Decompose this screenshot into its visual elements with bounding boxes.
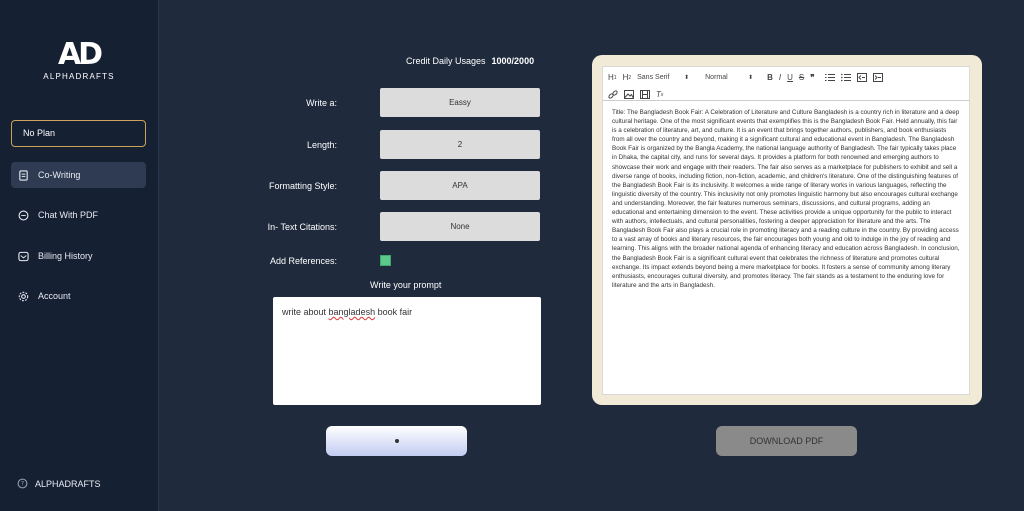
bold-button[interactable]: B [767,73,773,82]
italic-button[interactable]: I [779,73,781,82]
image-icon [624,90,634,99]
heading-2-button[interactable]: H2 [623,73,632,82]
blockquote-button[interactable]: ❞ [810,73,814,82]
length-label: Length: [306,140,337,150]
sidebar-item-co-writing[interactable]: Co-Writing [11,162,146,188]
sidebar-item-label: Co-Writing [38,170,81,180]
strikethrough-button[interactable]: S [799,73,804,82]
credit-value: 1000/2000 [491,56,535,66]
chat-icon [18,210,29,221]
length-select[interactable]: 2 [380,130,540,159]
sidebar-item-label: Billing History [38,251,93,261]
prompt-text-misspelled: bangladesh [328,307,376,317]
add-references-checkbox[interactable] [380,255,391,266]
loading-indicator [394,439,399,443]
sidebar-item-billing-history[interactable]: Billing History [11,243,146,269]
editor-content[interactable]: Title: The Bangladesh Book Fair: A Celeb… [603,101,969,297]
font-select[interactable]: Sans Serif ⬍ [637,74,689,81]
svg-text:?: ? [21,481,24,488]
indent-button[interactable] [872,73,883,82]
write-a-label: Write a: [306,98,337,108]
outdent-icon [856,73,867,82]
ordered-list-button[interactable] [824,73,835,82]
generate-button[interactable] [326,426,467,456]
rich-text-editor: H1 H2 Sans Serif ⬍ Normal ⬍ B I U S ❞ T … [602,66,970,395]
add-references-label: Add References: [269,256,337,266]
editor-toolbar: H1 H2 Sans Serif ⬍ Normal ⬍ B I U S ❞ T … [603,67,969,101]
sidebar-item-label: Chat With PDF [38,210,99,220]
bullet-list-icon [840,73,851,82]
prompt-textarea[interactable]: write about bangladesh book fair [273,297,541,405]
heading-1-button[interactable]: H1 [608,73,617,82]
write-a-select[interactable]: Eassy [380,88,540,117]
credit-label: Credit Daily Usages [406,56,486,66]
sidebar-item-account[interactable]: Account [11,283,146,309]
logo-mark: AD [57,37,103,72]
document-icon [18,169,29,181]
formatting-style-select[interactable]: APA [380,171,540,200]
sidebar-item-chat-with-pdf[interactable]: Chat With PDF [11,202,146,228]
gear-icon [18,291,29,302]
citations-select[interactable]: None [380,212,540,241]
help-icon: ? [17,478,28,489]
chevron-updown-icon: ⬍ [684,75,690,81]
link-icon [608,90,618,99]
link-button[interactable] [608,90,618,99]
sidebar-item-label: Account [38,291,71,301]
mail-icon [18,251,29,262]
outdent-button[interactable] [856,73,867,82]
download-pdf-button[interactable]: DOWNLOAD PDF [716,426,857,456]
footer-brand[interactable]: ? ALPHADRAFTS [17,478,101,489]
clear-format-button[interactable]: Tx [656,90,663,99]
logo[interactable]: AD ALPHADRAFTS [28,37,130,82]
sidebar: AD ALPHADRAFTS No Plan Co-Writing Chat W… [0,0,159,511]
plan-badge[interactable]: No Plan [11,120,146,147]
citations-label: In- Text Citations: [267,222,337,232]
video-button[interactable] [640,90,650,99]
bullet-list-button[interactable] [840,73,851,82]
size-select-value: Normal [705,74,728,81]
footer-brand-label: ALPHADRAFTS [35,478,101,489]
ordered-list-icon [824,74,835,81]
underline-button[interactable]: U [787,73,793,82]
credit-usage: Credit Daily Usages 1000/2000 [406,56,534,66]
size-select[interactable]: Normal ⬍ [705,74,753,81]
prompt-text-after: book fair [375,307,413,317]
logo-text: ALPHADRAFTS [43,72,115,81]
prompt-text-before: write about [282,307,329,317]
prompt-label: Write your prompt [370,280,442,290]
font-select-value: Sans Serif [637,74,670,81]
video-icon [640,90,650,99]
indent-icon [872,73,883,82]
image-button[interactable] [624,90,634,99]
chevron-updown-icon: ⬍ [748,75,754,81]
formatting-style-label: Formatting Style: [268,181,337,191]
